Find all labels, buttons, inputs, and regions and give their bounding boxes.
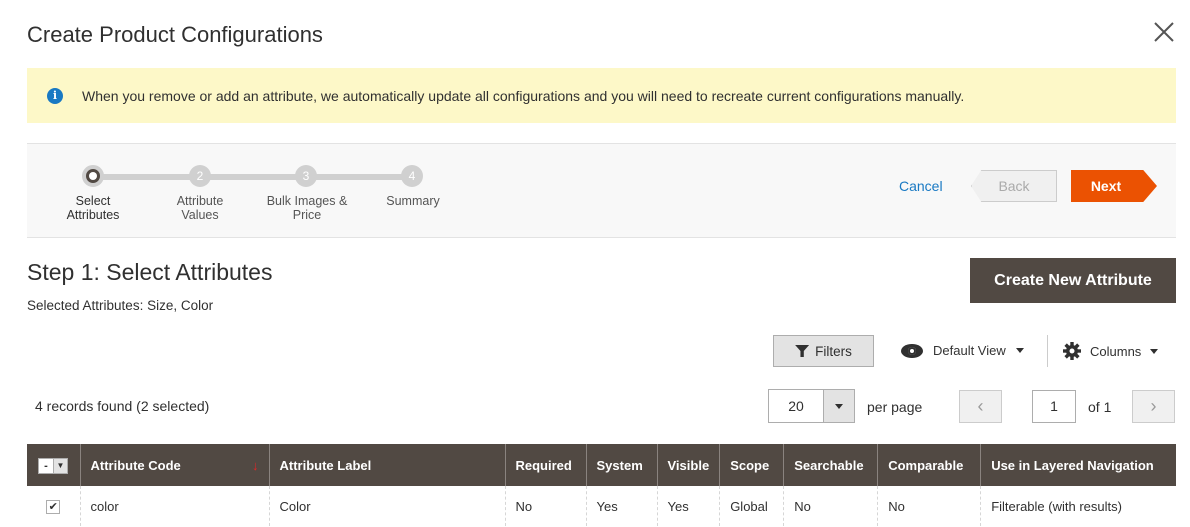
notice-text: When you remove or add an attribute, we … [82, 87, 965, 104]
filters-button[interactable]: Filters [773, 335, 874, 367]
modal-title: Create Product Configurations [27, 22, 323, 47]
view-label: Default View [933, 343, 1006, 358]
cell-code: color [79, 486, 269, 526]
step-4-label: Summary [386, 194, 440, 208]
caret-down-icon [1150, 348, 1159, 354]
eye-icon [901, 343, 923, 358]
cell-system: Yes [585, 486, 657, 526]
col-searchable[interactable]: Searchable [783, 444, 878, 486]
step-2-marker[interactable]: 2 [189, 165, 211, 187]
header-label: Attribute Code [90, 457, 181, 473]
selected-attributes: Selected Attributes: Size, Color [27, 298, 214, 313]
per-page-select[interactable]: 20 [768, 389, 855, 423]
cell-scope: Global [719, 486, 784, 526]
create-new-attribute-button[interactable]: Create New Attribute [970, 258, 1176, 303]
steps-track [93, 174, 413, 180]
next-button[interactable]: Next [1071, 170, 1157, 202]
step-2-label: Attribute Values [176, 194, 224, 222]
gear-icon [1063, 342, 1081, 360]
cell-label: Color [268, 486, 505, 526]
page-total: of 1 [1088, 399, 1112, 415]
step-3-marker[interactable]: 3 [295, 165, 317, 187]
divider [1047, 335, 1048, 367]
info-icon: i [47, 87, 63, 104]
step-3-label: Bulk Images & Price [266, 194, 348, 222]
next-page-button[interactable]: › [1132, 390, 1175, 423]
records-found: 4 records found (2 selected) [35, 398, 210, 414]
sort-arrow-icon: ↓ [252, 457, 259, 473]
prev-page-button[interactable]: ‹ [959, 390, 1002, 423]
cell-layered-navigation: Filterable (with results) [980, 486, 1176, 526]
checkbox-checked[interactable]: ✔ [46, 500, 61, 514]
col-visible[interactable]: Visible [656, 444, 720, 486]
columns-label: Columns [1090, 343, 1142, 359]
notice-message: i When you remove or add an attribute, w… [27, 68, 1176, 123]
mass-select[interactable]: - ▼ [27, 444, 80, 486]
page-input[interactable]: 1 [1032, 390, 1076, 423]
step-1-marker[interactable] [82, 165, 104, 187]
view-dropdown[interactable]: Default View [901, 343, 1024, 358]
cancel-button[interactable]: Cancel [899, 178, 943, 194]
col-attribute-code[interactable]: Attribute Code ↓ [79, 444, 269, 486]
col-layered-navigation[interactable]: Use in Layered Navigation [980, 444, 1176, 486]
cell-comparable: No [877, 486, 981, 526]
table-row[interactable]: ✔ color Color No Yes Yes Global No No Fi… [27, 486, 1176, 526]
caret-down-icon [1015, 348, 1024, 353]
per-page-value: 20 [788, 398, 804, 414]
columns-dropdown[interactable]: Columns [1063, 342, 1159, 360]
col-comparable[interactable]: Comparable [877, 444, 981, 486]
attributes-table: - ▼ Attribute Code ↓ Attribute Label Requi… [27, 444, 1176, 526]
cell-required: No [504, 486, 586, 526]
cell-visible: Yes [656, 486, 720, 526]
mass-select-checkbox[interactable]: - [39, 459, 53, 473]
step-4-marker[interactable]: 4 [401, 165, 423, 187]
col-system[interactable]: System [585, 444, 657, 486]
per-page-toggle[interactable] [823, 390, 854, 422]
col-attribute-label[interactable]: Attribute Label [268, 444, 505, 486]
per-page-label: per page [867, 399, 923, 415]
caret-down-icon[interactable]: ▼ [53, 458, 67, 473]
cell-searchable: No [783, 486, 878, 526]
col-required[interactable]: Required [504, 444, 586, 486]
step-1-label: Select Attributes [66, 194, 120, 222]
step-heading: Step 1: Select Attributes [27, 259, 273, 285]
back-button[interactable]: Back [971, 170, 1057, 202]
row-select[interactable]: ✔ [27, 486, 80, 526]
col-scope[interactable]: Scope [719, 444, 784, 486]
close-icon[interactable] [1152, 20, 1176, 44]
filter-icon [795, 345, 810, 357]
filters-label: Filters [815, 343, 852, 359]
caret-down-icon [835, 403, 843, 409]
